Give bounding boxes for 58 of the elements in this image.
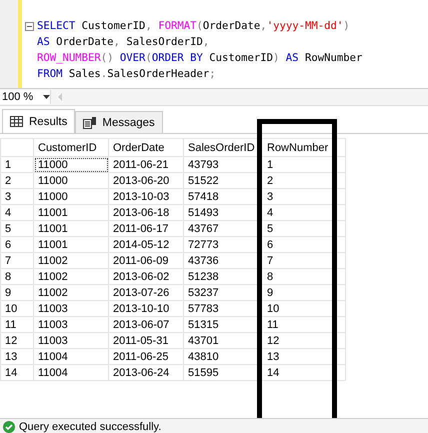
table-cell: 2013-10-03 — [108, 188, 184, 204]
table-cell: 11004 — [34, 364, 108, 380]
column-header[interactable]: CustomerID — [34, 138, 108, 156]
table-cell: 2011-06-17 — [108, 220, 184, 236]
zoom-dropdown[interactable]: 100 % — [0, 90, 51, 104]
table-cell: 2013-06-20 — [108, 172, 184, 188]
row-number: 1 — [0, 156, 34, 172]
row-number: 13 — [0, 348, 34, 364]
table-cell: 2013-06-18 — [108, 204, 184, 220]
row-number: 10 — [0, 300, 34, 316]
table-cell: 11000 — [34, 172, 108, 188]
table-cell: 2011-06-21 — [108, 156, 184, 172]
table-cell: 2013-10-10 — [108, 300, 184, 316]
table-cell: 2014-05-12 — [108, 236, 184, 252]
table-cell: 11001 — [34, 204, 108, 220]
row-number: 6 — [0, 236, 34, 252]
row-number: 5 — [0, 220, 34, 236]
table-cell: 2013-06-07 — [108, 316, 184, 332]
row-number: 14 — [0, 364, 34, 380]
table-cell: 2013-06-02 — [108, 268, 184, 284]
results-tab[interactable]: Results — [2, 109, 76, 133]
code-line: AS OrderDate, SalesOrderID, — [37, 35, 210, 50]
row-number: 4 — [0, 204, 34, 220]
table-cell: 11003 — [34, 332, 108, 348]
table-cell: 11002 — [34, 268, 108, 284]
code-line: ROW_NUMBER() OVER(ORDER BY CustomerID) AS RowNumber — [37, 51, 362, 66]
collapse-icon[interactable] — [25, 22, 34, 30]
row-number: 12 — [0, 332, 34, 348]
grid-icon — [10, 116, 23, 127]
table-cell: 2013-07-26 — [108, 284, 184, 300]
table-cell: 11002 — [34, 252, 108, 268]
row-number: 11 — [0, 316, 34, 332]
row-number: 8 — [0, 268, 34, 284]
column-header[interactable]: SalesOrderID — [184, 138, 258, 156]
row-number: 2 — [0, 172, 34, 188]
results-tab[interactable]: Messages — [75, 111, 163, 133]
status-message: Query executed successfully. — [19, 421, 162, 433]
scroll-left-icon[interactable] — [57, 93, 63, 101]
table-cell: 11003 — [34, 300, 108, 316]
row-number: 7 — [0, 252, 34, 268]
code-line: SELECT CustomerID, FORMAT(OrderDate,'yyyy-MM-dd') — [37, 19, 350, 34]
table-cell: 11000 — [34, 156, 108, 172]
table-cell: 2011-06-25 — [108, 348, 184, 364]
table-cell: 2011-05-31 — [108, 332, 184, 348]
caret-icon — [43, 95, 50, 99]
table-cell: 11004 — [34, 348, 108, 364]
row-number: 3 — [0, 188, 34, 204]
table-cell: 11001 — [34, 220, 108, 236]
row-number: 9 — [0, 284, 34, 300]
table-cell: 11003 — [34, 316, 108, 332]
table-cell: 2013-06-24 — [108, 364, 184, 380]
table-cell: 11000 — [34, 188, 108, 204]
table-cell: 11001 — [34, 236, 108, 252]
messages-icon — [83, 116, 96, 128]
table-cell: 2011-06-09 — [108, 252, 184, 268]
code-line: FROM Sales.SalesOrderHeader; — [37, 67, 216, 82]
column-header[interactable]: OrderDate — [108, 138, 184, 156]
table-cell: 11002 — [34, 284, 108, 300]
